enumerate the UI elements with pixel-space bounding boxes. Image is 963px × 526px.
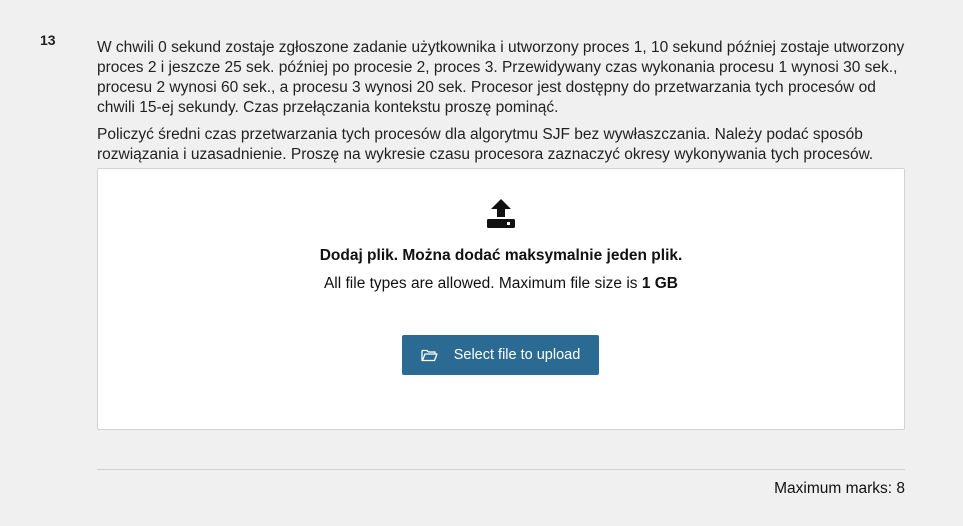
select-file-label: Select file to upload — [453, 347, 581, 363]
upload-info-text: All file types are allowed. Maximum file… — [323, 275, 642, 292]
question-content: W chwili 0 sekund zostaje zgłoszone zada… — [97, 38, 905, 430]
max-file-size: 1 GB — [641, 275, 679, 292]
question-number: 13 — [40, 32, 56, 48]
question-page: 13 W chwili 0 sekund zostaje zgłoszone z… — [0, 0, 963, 526]
upload-title: Dodaj plik. Można dodać maksymalnie jede… — [319, 247, 683, 264]
file-dropzone[interactable]: Dodaj plik. Można dodać maksymalnie jede… — [97, 168, 905, 430]
upload-info: All file types are allowed. Maximum file… — [98, 275, 904, 293]
question-instructions: Policzyć średni czas przetwarzania tych … — [97, 126, 874, 163]
select-file-button[interactable]: Select file to upload — [402, 335, 599, 375]
footer-divider — [97, 469, 905, 470]
question-text: W chwili 0 sekund zostaje zgłoszone zada… — [97, 39, 905, 116]
folder-open-icon — [421, 349, 438, 362]
max-marks: Maximum marks: 8 — [774, 480, 905, 497]
upload-icon — [487, 199, 515, 228]
